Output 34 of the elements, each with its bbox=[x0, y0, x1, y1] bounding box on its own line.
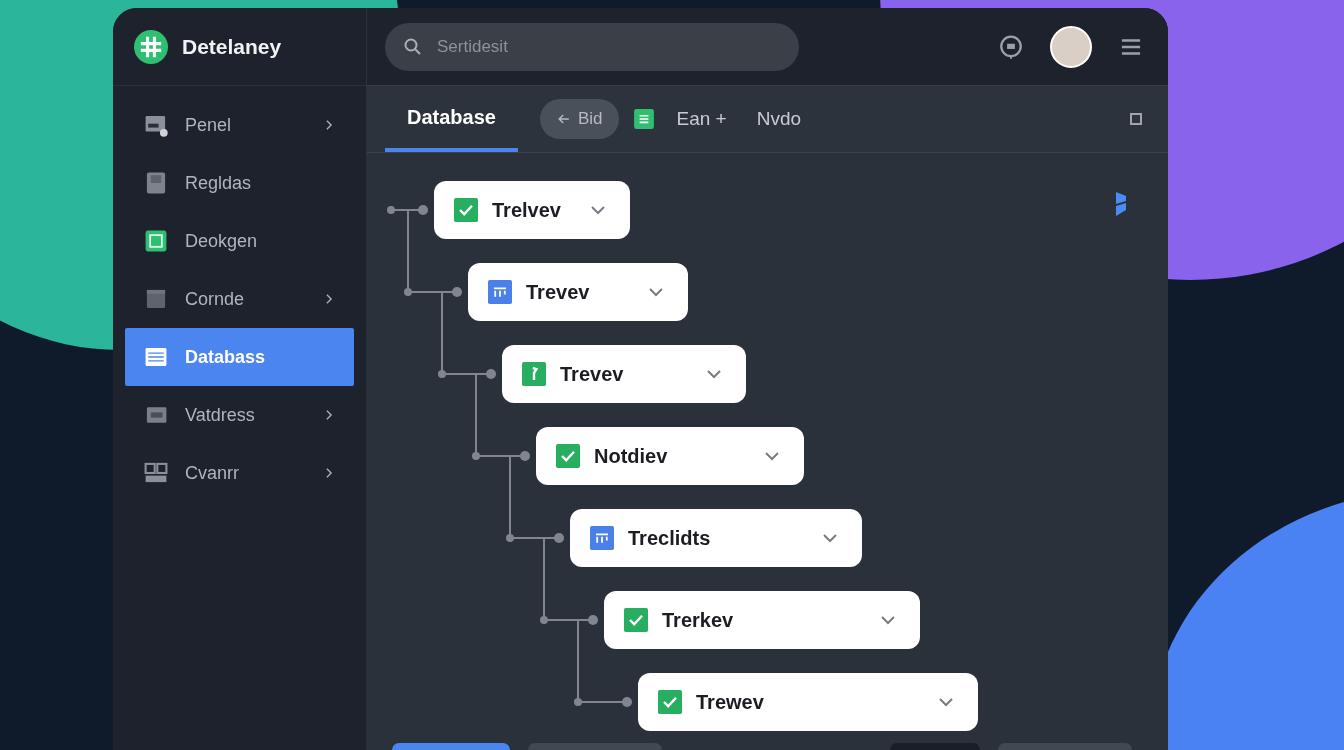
checkbox-icon bbox=[624, 608, 648, 632]
footer-button[interactable] bbox=[392, 743, 510, 750]
sidebar-item[interactable]: Vatdress bbox=[125, 386, 354, 444]
card-icon bbox=[488, 280, 512, 304]
toolbar-link[interactable]: Ean + bbox=[668, 108, 735, 130]
flag-icon bbox=[522, 362, 546, 386]
sidebar-item[interactable]: Databass bbox=[125, 328, 354, 386]
tree-node[interactable]: Trelvev bbox=[434, 181, 630, 239]
sidebar-item[interactable]: Cvanrr bbox=[125, 444, 354, 502]
chat-icon[interactable] bbox=[998, 33, 1024, 60]
sidebar-item[interactable]: Regldas bbox=[125, 154, 354, 212]
ribbon-icon bbox=[1114, 191, 1128, 217]
square-icon bbox=[143, 228, 169, 254]
list-icon bbox=[632, 108, 655, 130]
tree-node[interactable]: Trerkev bbox=[604, 591, 920, 649]
checkbox-icon bbox=[454, 198, 478, 222]
tree-node[interactable]: Trewev bbox=[638, 673, 978, 731]
tree-node[interactable]: Trevev bbox=[468, 263, 688, 321]
tab[interactable]: Database bbox=[385, 86, 518, 152]
card-icon bbox=[590, 526, 614, 550]
search-field[interactable]: Sertidesit bbox=[385, 22, 799, 71]
checkbox-icon bbox=[658, 690, 682, 714]
checkbox-icon bbox=[556, 444, 580, 468]
tree-node[interactable]: Treclidts bbox=[570, 509, 862, 567]
sidebar-item[interactable]: Deokgen bbox=[125, 212, 354, 270]
tree-node[interactable]: Trevev bbox=[502, 345, 746, 403]
toolbar-link[interactable]: Nvdo bbox=[748, 108, 810, 130]
sidebar-item[interactable]: Cornde bbox=[125, 270, 354, 328]
avatar[interactable] bbox=[1050, 25, 1092, 68]
tree-node[interactable]: Notdiev bbox=[536, 427, 804, 485]
sidebar-item[interactable]: Penel bbox=[125, 96, 354, 154]
app-name: Detelaney bbox=[182, 34, 282, 59]
back-button[interactable]: Bid bbox=[539, 99, 619, 139]
logo-icon bbox=[134, 29, 168, 64]
